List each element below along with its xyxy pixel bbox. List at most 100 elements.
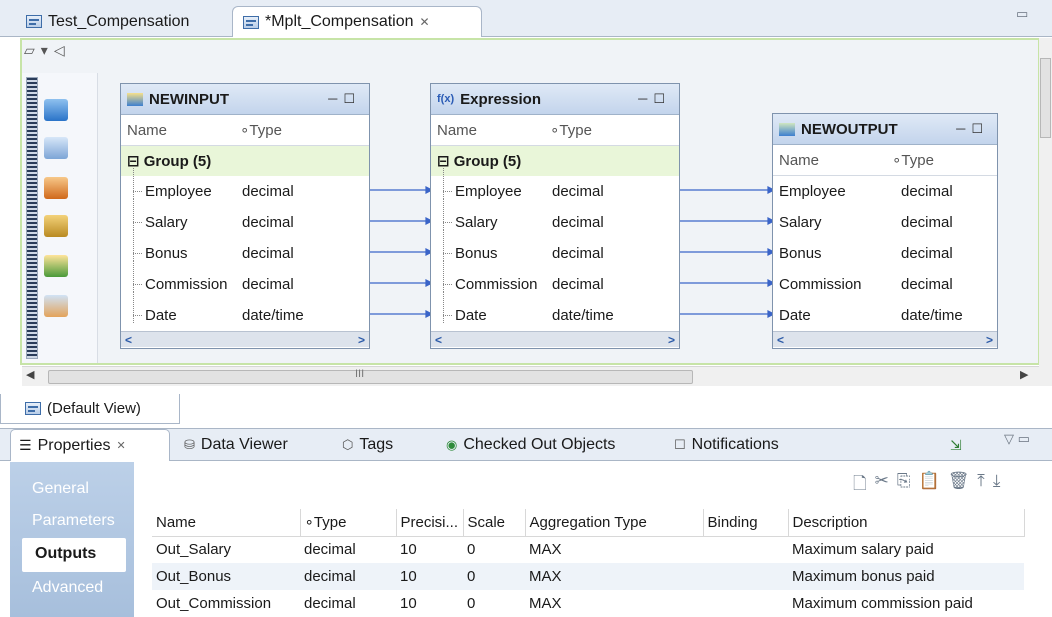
expression-header[interactable]: f(x) Expression ─☐ bbox=[431, 84, 679, 115]
port-row[interactable]: Employee decimal bbox=[773, 176, 997, 207]
cell-name[interactable]: Out_Salary bbox=[152, 536, 300, 563]
cell-binding[interactable] bbox=[703, 563, 788, 590]
outputs-table: Name ∘Type Precisi... Scale Aggregation … bbox=[152, 509, 1025, 617]
tab-properties[interactable]: ☰ Properties ✕ bbox=[10, 429, 170, 461]
cell-precision[interactable]: 10 bbox=[396, 563, 463, 590]
port-row[interactable]: Bonus decimal bbox=[773, 238, 997, 269]
port-row[interactable]: Employee decimal bbox=[121, 168, 369, 207]
cell-description[interactable]: Maximum salary paid bbox=[788, 536, 1024, 563]
cell-binding[interactable] bbox=[703, 590, 788, 617]
cell-name[interactable]: Out_Commission bbox=[152, 590, 300, 617]
table-row[interactable]: Out_Commission decimal 10 0 MAX Maximum … bbox=[152, 590, 1024, 617]
paste-icon[interactable]: 📋 bbox=[919, 471, 940, 497]
box-scrollbar[interactable]: < > bbox=[773, 331, 997, 347]
tab-notifications[interactable]: ☐ Notifications bbox=[666, 429, 787, 461]
view-menu-icon[interactable]: ▽ ▭ bbox=[1004, 431, 1030, 447]
horizontal-scroll-thumb[interactable] bbox=[48, 370, 693, 384]
port-row[interactable]: Commission decimal bbox=[121, 261, 369, 300]
col-header-scale[interactable]: Scale bbox=[463, 509, 526, 537]
default-view-tab[interactable]: (Default View) bbox=[0, 394, 180, 424]
cut-icon[interactable]: ✂ bbox=[875, 471, 889, 497]
nav-parameters[interactable]: Parameters bbox=[32, 512, 115, 530]
tab-data-viewer[interactable]: ⛁ Data Viewer bbox=[176, 429, 296, 461]
newinput-header[interactable]: NEWINPUT ─☐ bbox=[121, 84, 369, 115]
col-header-aggregation-type[interactable]: Aggregation Type bbox=[525, 509, 704, 537]
cell-name[interactable]: Out_Bonus bbox=[152, 563, 300, 590]
cell-binding[interactable] bbox=[703, 536, 788, 563]
scroll-right-arrow-icon[interactable]: ▶ bbox=[1020, 368, 1028, 381]
copy-icon[interactable]: ⎘ bbox=[897, 471, 911, 497]
delete-icon[interactable]: 🗑 bbox=[948, 471, 970, 497]
port-row[interactable]: Date date/time bbox=[431, 292, 679, 331]
scroll-left-icon[interactable]: < bbox=[777, 333, 784, 347]
expression-transformation[interactable]: f(x) Expression ─☐ Name ∘Type ⊟ Group (5… bbox=[430, 83, 680, 349]
scroll-left-arrow-icon[interactable]: ◀ bbox=[26, 368, 34, 381]
table-row[interactable]: Out_Bonus decimal 10 0 MAX Maximum bonus… bbox=[152, 563, 1024, 590]
scroll-right-icon[interactable]: > bbox=[986, 333, 993, 347]
port-type: decimal bbox=[552, 214, 604, 231]
box-window-controls[interactable]: ─☐ bbox=[328, 91, 361, 107]
box-window-controls[interactable]: ─☐ bbox=[638, 91, 671, 107]
port-row[interactable]: Commission decimal bbox=[773, 269, 997, 300]
port-row[interactable]: Employee decimal bbox=[431, 168, 679, 207]
tab-tags[interactable]: ⬡ Tags bbox=[334, 429, 401, 461]
cell-type[interactable]: decimal bbox=[300, 536, 396, 563]
port-row[interactable]: Commission decimal bbox=[431, 261, 679, 300]
default-view-label: (Default View) bbox=[47, 400, 141, 417]
port-row[interactable]: Salary decimal bbox=[773, 207, 997, 238]
cell-precision[interactable]: 10 bbox=[396, 590, 463, 617]
port-row[interactable]: Bonus decimal bbox=[121, 230, 369, 269]
close-tab-icon[interactable]: ✕ bbox=[116, 439, 125, 452]
nav-general[interactable]: General bbox=[32, 480, 89, 498]
port-type: decimal bbox=[242, 276, 294, 293]
cell-scale[interactable]: 0 bbox=[463, 563, 525, 590]
group-row[interactable]: ⊟ Group (5) bbox=[431, 146, 679, 176]
col-header-type[interactable]: ∘Type bbox=[300, 509, 397, 537]
col-name-label: Name bbox=[127, 121, 168, 139]
port-row[interactable]: Bonus decimal bbox=[431, 230, 679, 269]
port-row[interactable]: Date date/time bbox=[773, 300, 997, 331]
col-type-label: ∘Type bbox=[550, 122, 592, 139]
cell-aggregation-type[interactable]: MAX bbox=[525, 563, 703, 590]
col-header-precision[interactable]: Precisi... bbox=[396, 509, 464, 537]
port-name: Bonus bbox=[779, 245, 822, 262]
box-window-controls[interactable]: ─☐ bbox=[956, 121, 989, 137]
newoutput-header[interactable]: NEWOUTPUT ─☐ bbox=[773, 114, 997, 145]
cell-aggregation-type[interactable]: MAX bbox=[525, 590, 703, 617]
tab-checked-out-objects[interactable]: ◉ Checked Out Objects bbox=[438, 429, 623, 461]
port-row[interactable]: Salary decimal bbox=[121, 199, 369, 238]
cell-description[interactable]: Maximum bonus paid bbox=[788, 563, 1024, 590]
newinput-transformation[interactable]: NEWINPUT ─☐ Name ∘Type ⊟ Group (5) Emplo… bbox=[120, 83, 370, 349]
move-up-icon[interactable]: ⤒ bbox=[977, 471, 985, 497]
col-header-description[interactable]: Description bbox=[788, 509, 1025, 537]
scroll-left-icon[interactable]: < bbox=[125, 333, 132, 347]
port-row[interactable]: Salary decimal bbox=[431, 199, 679, 238]
newoutput-transformation[interactable]: NEWOUTPUT ─☐ Name ∘Type Employee decimal … bbox=[772, 113, 998, 349]
scroll-right-icon[interactable]: > bbox=[358, 333, 365, 347]
new-icon[interactable]: 🗋 bbox=[853, 471, 867, 497]
cell-type[interactable]: decimal bbox=[300, 563, 396, 590]
col-type-label: ∘Type bbox=[240, 122, 282, 139]
table-row[interactable]: Out_Salary decimal 10 0 MAX Maximum sala… bbox=[152, 536, 1024, 563]
cell-scale[interactable]: 0 bbox=[463, 536, 525, 563]
port-name: Bonus bbox=[127, 230, 242, 262]
box-scrollbar[interactable]: < > bbox=[431, 331, 679, 347]
scroll-left-icon[interactable]: < bbox=[435, 333, 442, 347]
port-row[interactable]: Date date/time bbox=[121, 292, 369, 331]
vertical-scroll-thumb[interactable] bbox=[1040, 58, 1051, 138]
scroll-right-icon[interactable]: > bbox=[668, 333, 675, 347]
cell-precision[interactable]: 10 bbox=[396, 536, 463, 563]
nav-advanced[interactable]: Advanced bbox=[32, 579, 103, 597]
column-header: Name ∘Type bbox=[431, 115, 679, 146]
col-header-name[interactable]: Name bbox=[152, 509, 301, 537]
col-header-binding[interactable]: Binding bbox=[703, 509, 789, 537]
move-down-icon[interactable]: ⤓ bbox=[993, 471, 1001, 497]
nav-outputs[interactable]: Outputs bbox=[22, 538, 126, 572]
box-scrollbar[interactable]: < > bbox=[121, 331, 369, 347]
cell-type[interactable]: decimal bbox=[300, 590, 396, 617]
cell-aggregation-type[interactable]: MAX bbox=[525, 536, 703, 563]
group-row[interactable]: ⊟ Group (5) bbox=[121, 146, 369, 176]
cell-description[interactable]: Maximum commission paid bbox=[788, 590, 1024, 617]
cell-scale[interactable]: 0 bbox=[463, 590, 525, 617]
open-view-icon[interactable]: ⇲ bbox=[950, 437, 962, 454]
